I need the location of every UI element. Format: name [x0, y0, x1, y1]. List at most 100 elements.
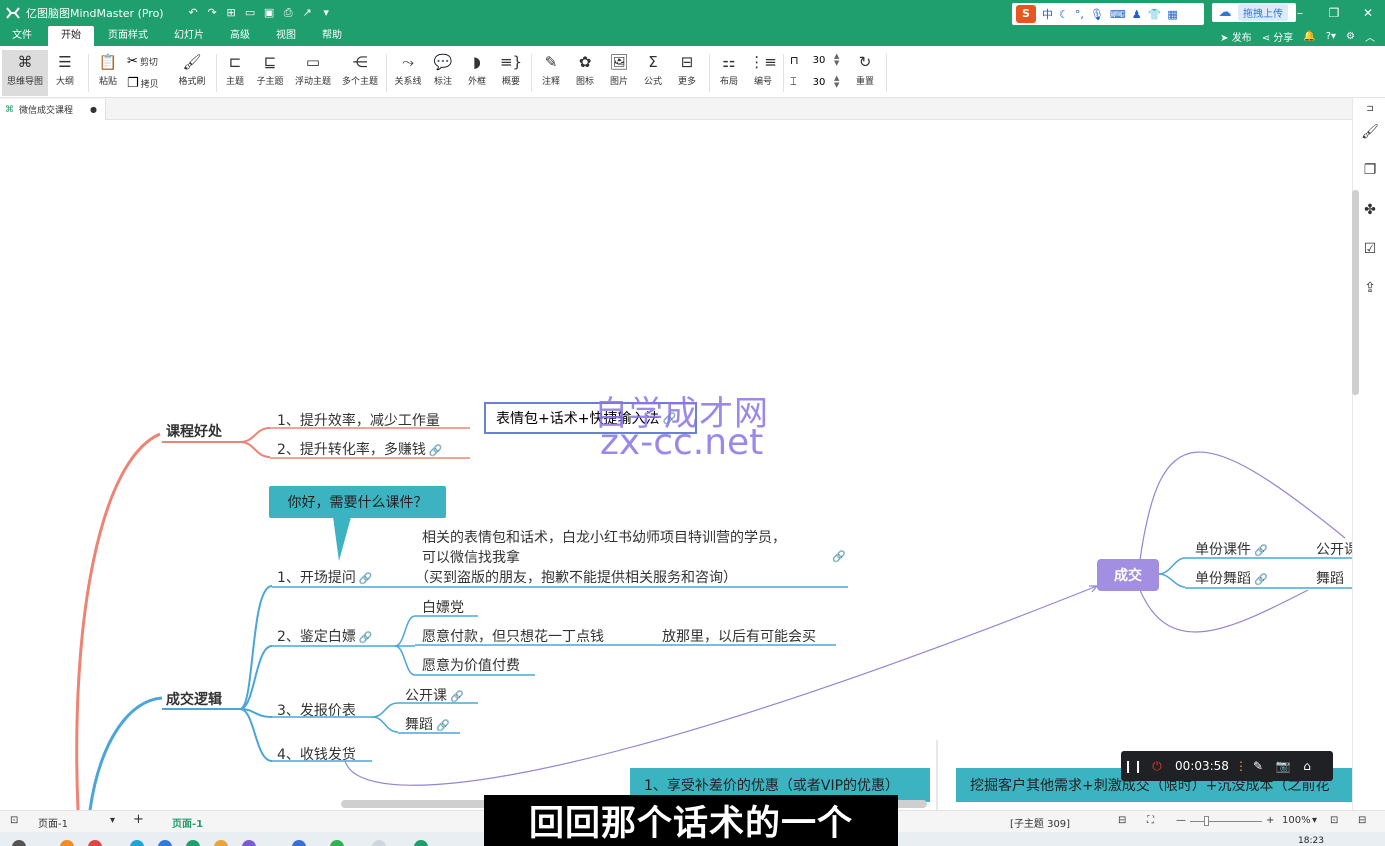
layout-button[interactable]: ⚏ 布局 [716, 50, 742, 96]
fullscreen-icon[interactable]: ⛶ [1147, 815, 1154, 826]
numbering-button[interactable]: ⋮≡ 编号 [749, 50, 777, 96]
step-opening-question[interactable]: 1、开场提问 🔗 [277, 567, 373, 587]
copy-button[interactable]: ❐ 拷贝 [127, 74, 159, 92]
format-panel-icon[interactable]: 🖌 [1361, 124, 1379, 140]
spin-arrows-icon[interactable]: ▲ ▼ [834, 75, 839, 89]
unsaved-dot-icon[interactable]: ● [90, 105, 97, 114]
tab-view[interactable]: 视图 [268, 26, 304, 46]
undo-icon[interactable]: ↶ [186, 6, 201, 20]
save-icon[interactable]: ▣ [262, 6, 277, 20]
zoom-out-icon[interactable]: — [1176, 815, 1186, 826]
formula-button[interactable]: Σ 公式 [640, 50, 666, 96]
task-panel-icon[interactable]: ☑ [1361, 241, 1379, 257]
taskbar-app-icon[interactable] [186, 840, 200, 846]
zoom-in-icon[interactable]: + [1266, 815, 1274, 826]
price-dance[interactable]: 舞蹈 🔗 [405, 714, 450, 734]
freeloader-type-3[interactable]: 愿意为价值付费 [422, 655, 520, 675]
icon-button[interactable]: ✿ 图标 [572, 50, 598, 96]
price-public-class[interactable]: 公开课 🔗 [405, 685, 464, 705]
start-icon[interactable] [12, 840, 26, 846]
deal-single-dance[interactable]: 单份舞蹈 🔗 [1195, 568, 1268, 588]
page-tab[interactable]: 页面-1 [172, 815, 203, 830]
callout-button[interactable]: 💬 标注 [430, 50, 456, 96]
more-button[interactable]: ⊟ 更多 [674, 50, 700, 96]
relationship-button[interactable]: ⤳ 关系线 [391, 50, 425, 96]
deal-right-dance[interactable]: 舞蹈 [1316, 568, 1344, 588]
lang-indicator[interactable]: 中 [1042, 6, 1053, 22]
h-spacing-input[interactable] [808, 52, 830, 68]
link-icon[interactable]: 🔗 [359, 631, 373, 644]
link-icon[interactable]: 🔗 [359, 572, 373, 585]
taskbar-app-icon[interactable] [158, 840, 172, 846]
zoom-slider-handle[interactable] [1204, 816, 1209, 826]
freeloader-type-2[interactable]: 愿意付款，但只想花一丁点钱 [422, 626, 604, 646]
page-panel-icon[interactable]: ⊡ [10, 815, 18, 826]
opening-text-line-3[interactable]: （买到盗版的朋友，抱歉不能提供相关服务和咨询） [415, 567, 737, 587]
freeloader-type-1[interactable]: 白嫖党 [422, 597, 464, 617]
mindmap-canvas[interactable]: 课程好处 1、提升效率，减少工作量 2、提升转化率，多赚钱 🔗 表情包+话术+快捷… [0, 120, 1352, 810]
spin-arrows-icon[interactable]: ▲ ▼ [834, 53, 839, 67]
taskbar-app-icon[interactable] [414, 840, 428, 846]
link-icon[interactable]: 🔗 [450, 690, 464, 703]
benefit-efficiency[interactable]: 1、提升效率，减少工作量 [277, 410, 440, 430]
tab-slideshow[interactable]: 幻灯片 [166, 26, 212, 46]
boundary-button[interactable]: ◗ 外框 [464, 50, 490, 96]
taskbar-app-icon[interactable] [214, 840, 228, 846]
tab-help[interactable]: 帮助 [314, 26, 350, 46]
link-icon[interactable]: 🔗 [1254, 573, 1268, 586]
zoom-slider[interactable] [1190, 821, 1262, 822]
vertical-scrollbar[interactable] [1352, 190, 1359, 395]
tab-page-style[interactable]: 页面样式 [100, 26, 156, 46]
topic-course-benefits[interactable]: 课程好处 [166, 421, 222, 441]
link-icon[interactable]: 🔗 [832, 550, 846, 563]
step-collect-and-deliver[interactable]: 4、收钱发货 [277, 744, 356, 764]
document-tab[interactable]: ⌘ 微信成交课程 ● [0, 99, 106, 120]
home-icon[interactable]: ⌂ [1295, 759, 1319, 773]
zoom-level[interactable]: 100% [1282, 815, 1311, 826]
minimize-icon[interactable]: – [1283, 0, 1317, 26]
add-page-icon[interactable]: + [133, 812, 144, 827]
tab-home[interactable]: 开始 [48, 26, 94, 46]
pause-icon[interactable]: ❙❙ [1121, 759, 1145, 773]
taskbar-app-icon[interactable] [242, 840, 256, 846]
paste-button[interactable]: 📋 粘贴 [94, 50, 122, 96]
floating-topic-button[interactable]: ▭ 浮动主题 [292, 50, 334, 96]
grid-icon[interactable]: ▦ [1167, 8, 1177, 21]
tab-file[interactable]: 文件 [4, 26, 40, 46]
link-icon[interactable]: 🔗 [436, 719, 450, 732]
presentation-icon[interactable]: ⊟ [1358, 815, 1366, 826]
maximize-icon[interactable]: ❐ [1317, 0, 1351, 26]
mic-icon[interactable]: 🎙 [1090, 8, 1104, 21]
fit-page-icon[interactable]: ⊟ [1118, 815, 1126, 826]
user-icon[interactable]: ♟ [1132, 8, 1142, 21]
opening-text-line-2[interactable]: 可以微信找我拿 [422, 547, 520, 567]
bell-icon[interactable]: 🔔 [1303, 31, 1315, 42]
shirt-icon[interactable]: 👕 [1148, 8, 1162, 21]
topic-deal-logic[interactable]: 成交逻辑 [166, 689, 222, 709]
format-painter-button[interactable]: 🖌 格式刷 [176, 50, 208, 96]
topic-deal[interactable]: 成交 [1097, 559, 1159, 591]
topic-button[interactable]: ⊏ 主题 [222, 50, 248, 96]
icon-panel-icon[interactable]: ❐ [1361, 162, 1379, 178]
deal-right-public-class[interactable]: 公开课 [1316, 539, 1352, 559]
step-identify-freeloader[interactable]: 2、鉴定白嫖 🔗 [277, 626, 373, 646]
new-icon[interactable]: ⊞ [224, 6, 239, 20]
export-panel-icon[interactable]: ⇪ [1361, 280, 1379, 296]
tab-advanced[interactable]: 高级 [222, 26, 258, 46]
benefit-conversion[interactable]: 2、提升转化率，多赚钱 🔗 [277, 439, 443, 459]
print-icon[interactable]: ⎙ [281, 6, 296, 20]
taskbar-app-icon[interactable] [330, 840, 344, 846]
publish-button[interactable]: ➤ 发布 [1220, 29, 1252, 44]
close-icon[interactable]: ✕ [1351, 0, 1385, 26]
help-icon[interactable]: ?▾ [1326, 31, 1336, 42]
summary-button[interactable]: ≡} 概要 [498, 50, 524, 96]
page-select[interactable]: 页面-1 [38, 815, 68, 830]
input-method-tray[interactable]: S 中 ☾ °, 🎙 ⌨ ♟ 👕 ▦ [1012, 3, 1204, 25]
subtopic-button[interactable]: ⊑ 子主题 [254, 50, 286, 96]
callout-bubble[interactable]: 你好，需要什么课件？ [269, 486, 446, 518]
share-button[interactable]: ⋖ 分享 [1262, 29, 1294, 44]
moon-icon[interactable]: ☾ [1059, 8, 1069, 21]
taskbar-app-icon[interactable] [292, 840, 306, 846]
opening-text-line-1[interactable]: 相关的表情包和话术，白龙小红书幼师项目特训营的学员， [422, 527, 786, 547]
note-button[interactable]: ✎ 注释 [538, 50, 564, 96]
